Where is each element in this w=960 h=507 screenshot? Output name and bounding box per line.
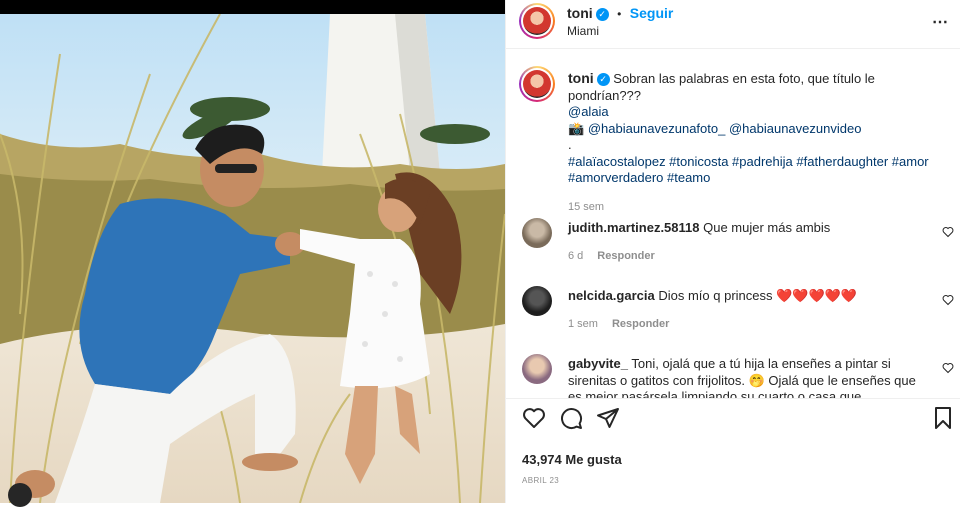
mention-photo[interactable]: @habiaunavezunafoto_ bbox=[588, 121, 726, 136]
verified-badge-icon: ✓ bbox=[595, 8, 609, 21]
camera-icon: 📸 bbox=[568, 120, 585, 136]
author-avatar[interactable] bbox=[519, 3, 555, 39]
comments-list[interactable]: toni ✓ Sobran las palabras en esta foto, … bbox=[506, 48, 960, 398]
hashtags-line-2[interactable]: #amorverdadero #teamo bbox=[568, 170, 710, 185]
post-location[interactable]: Miami bbox=[567, 24, 599, 38]
reply-button[interactable]: Responder bbox=[612, 318, 669, 330]
commenter-avatar[interactable] bbox=[522, 286, 552, 316]
commenter-avatar[interactable] bbox=[522, 218, 552, 248]
caption-author-avatar[interactable] bbox=[519, 66, 555, 102]
mention-video[interactable]: @habiaunavezunvideo bbox=[729, 121, 861, 136]
comment-text-block: judith.martinez.58118 Que mujer más ambi… bbox=[568, 220, 918, 237]
like-comment-heart-icon[interactable] bbox=[942, 294, 954, 306]
comment-bubble-icon[interactable] bbox=[559, 406, 583, 430]
mention-alaia[interactable]: @alaia bbox=[568, 104, 609, 119]
top-black-bar bbox=[0, 0, 505, 14]
like-comment-heart-icon[interactable] bbox=[942, 362, 954, 374]
post-caption: toni ✓ Sobran las palabras en esta foto, … bbox=[568, 70, 948, 215]
more-options-icon[interactable]: ⋯ bbox=[932, 12, 949, 32]
commenter-username[interactable]: nelcida.garcia bbox=[568, 288, 655, 303]
comment-time[interactable]: 6 d bbox=[568, 250, 583, 262]
commenter-username[interactable]: gabyvite_ bbox=[568, 356, 628, 371]
comment-text: Que mujer más ambis bbox=[703, 220, 831, 235]
author-username[interactable]: toni bbox=[567, 5, 593, 21]
caption-line-1: Sobran las palabras en esta foto, que tí… bbox=[568, 71, 875, 103]
comment-text: Dios mío q princess ❤️❤️❤️❤️❤️ bbox=[658, 288, 858, 303]
comment-text-block: gabyvite_ Toni, ojalá que a tú hija la e… bbox=[568, 356, 918, 398]
save-bookmark-icon[interactable] bbox=[931, 406, 955, 430]
photo-illustration bbox=[0, 14, 505, 503]
like-comment-heart-icon[interactable] bbox=[942, 226, 954, 238]
caption-verified-badge-icon: ✓ bbox=[596, 73, 610, 86]
caption-username[interactable]: toni bbox=[568, 70, 594, 86]
comment-text-block: nelcida.garcia Dios mío q princess ❤️❤️❤… bbox=[568, 288, 918, 305]
commenter-username[interactable]: judith.martinez.58118 bbox=[568, 220, 700, 235]
post-photo[interactable] bbox=[0, 14, 505, 503]
hashtags-line-1[interactable]: #alaïacostalopez #tonicosta #padrehija #… bbox=[568, 154, 929, 169]
reply-button[interactable]: Responder bbox=[597, 250, 654, 262]
tagged-users-icon[interactable] bbox=[8, 483, 32, 507]
like-heart-icon[interactable] bbox=[522, 406, 546, 430]
post-side-panel: toni ✓ • Seguir Miami ⋯ toni ✓ Sobran las … bbox=[505, 0, 960, 503]
post-header: toni ✓ • Seguir Miami ⋯ bbox=[506, 0, 960, 48]
commenter-avatar[interactable] bbox=[522, 354, 552, 384]
likes-count[interactable]: 43,974 Me gusta bbox=[522, 452, 622, 467]
separator-dot: • bbox=[617, 7, 622, 21]
share-paper-plane-icon[interactable] bbox=[596, 406, 620, 430]
follow-button[interactable]: Seguir bbox=[630, 5, 674, 21]
comment-time[interactable]: 1 sem bbox=[568, 318, 598, 330]
comment-meta: 6 d Responder bbox=[568, 250, 655, 262]
post-actions-bar bbox=[506, 398, 960, 438]
post-date[interactable]: ABRIL 23 bbox=[522, 476, 559, 485]
caption-time[interactable]: 15 sem bbox=[568, 199, 948, 216]
caption-dot: . bbox=[568, 137, 572, 152]
comment-meta: 1 sem Responder bbox=[568, 318, 669, 330]
